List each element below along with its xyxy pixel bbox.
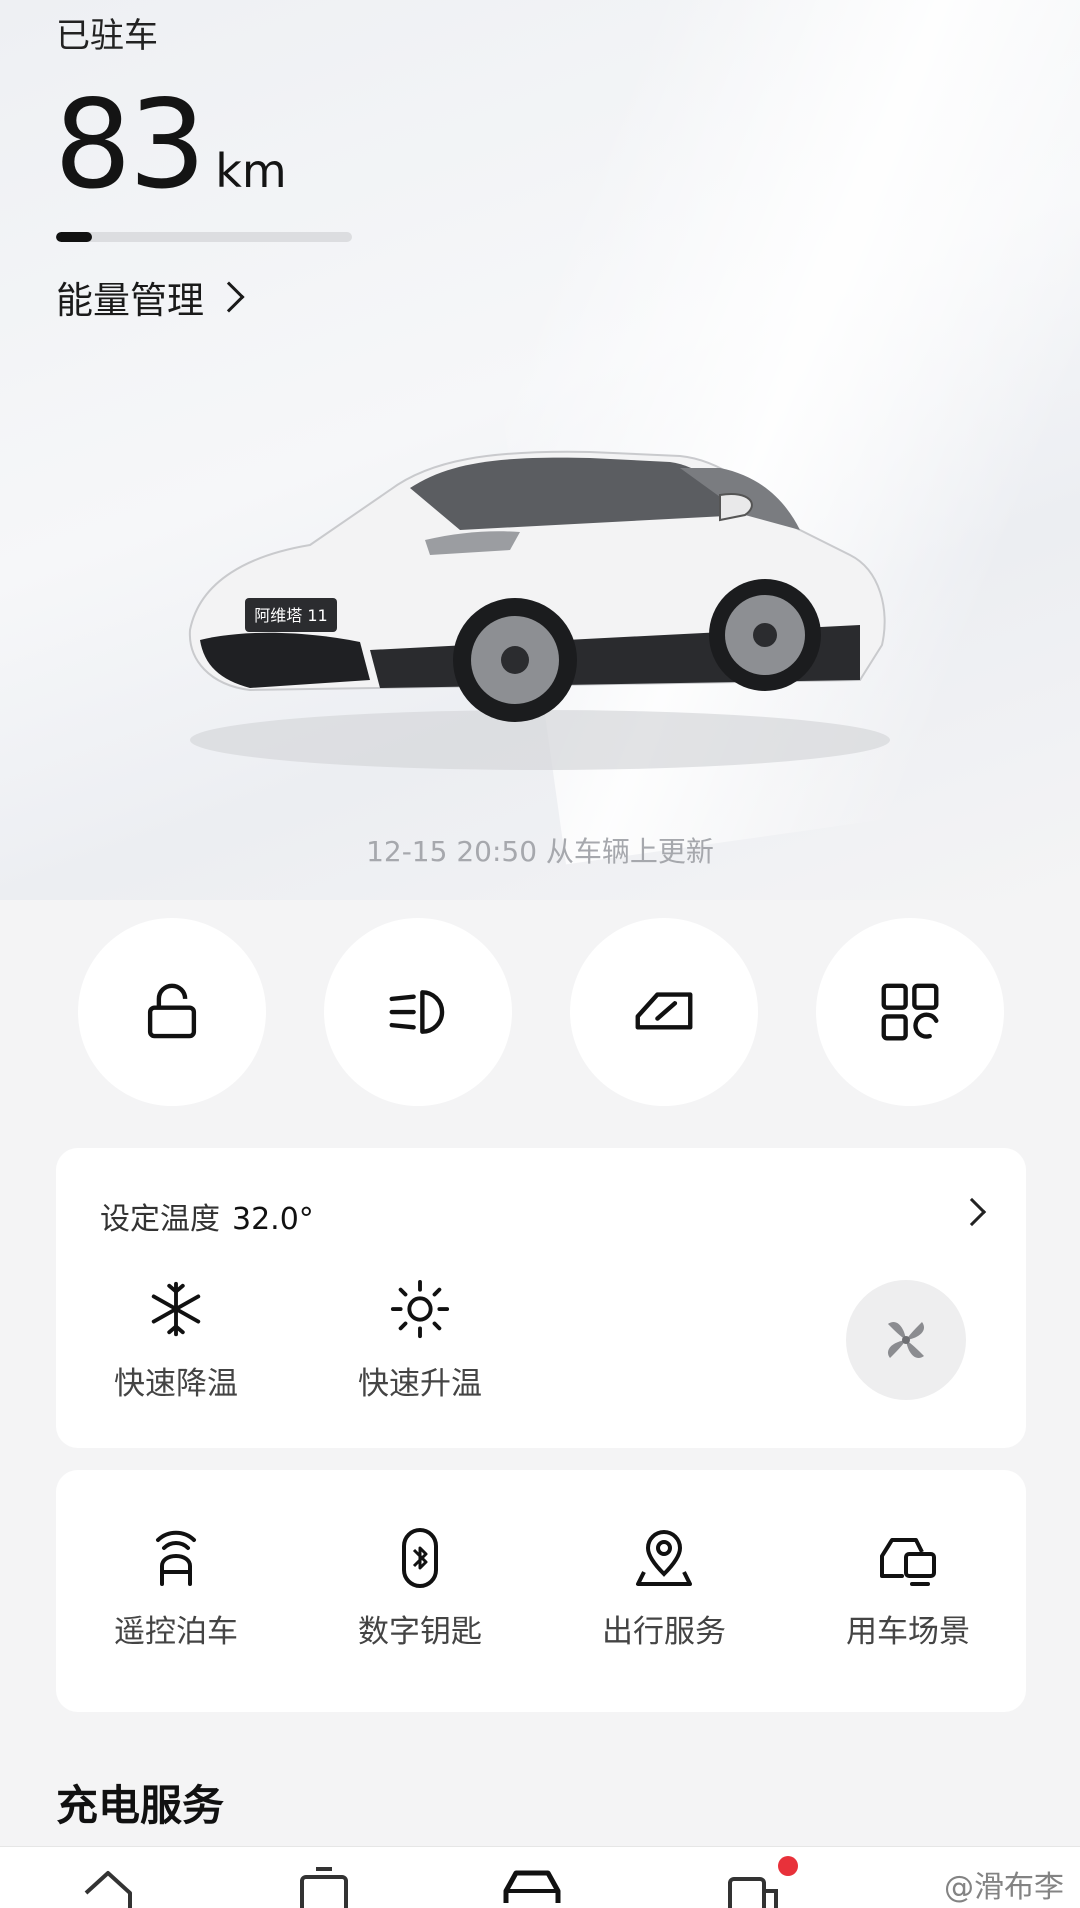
bluetooth-key-icon (402, 1528, 438, 1588)
quick-cool-button[interactable]: 快速降温 (76, 1278, 276, 1403)
home-icon (84, 1871, 132, 1908)
quick-heat-button[interactable]: 快速升温 (320, 1278, 520, 1403)
travel-service-button[interactable]: 出行服务 (564, 1526, 764, 1651)
bag-icon (300, 1867, 348, 1908)
energy-management-label: 能量管理 (56, 279, 204, 322)
lock-button[interactable] (78, 918, 266, 1106)
tab-vehicle[interactable] (502, 1863, 562, 1908)
more-apps-button[interactable] (816, 918, 1004, 1106)
snowflake-icon (151, 1281, 201, 1337)
quick-cool-label: 快速降温 (114, 1366, 238, 1402)
remote-parking-icon (156, 1530, 196, 1586)
chevron-right-icon[interactable] (957, 1197, 987, 1227)
climate-card: 设定温度 32.0° 快速降温 快速升温 (56, 1148, 1026, 1448)
license-plate: 阿维塔 11 (254, 606, 327, 625)
range-unit: km (215, 144, 287, 198)
set-temperature-label: 设定温度 (100, 1202, 220, 1237)
range-value: 83 (54, 74, 206, 216)
digital-key-button[interactable]: 数字钥匙 (320, 1526, 520, 1651)
fan-button[interactable] (846, 1280, 966, 1400)
tab-store[interactable] (294, 1863, 354, 1908)
car-scene-button[interactable]: 用车场景 (808, 1526, 1008, 1651)
digital-key-label: 数字钥匙 (358, 1614, 482, 1650)
car-scene-label: 用车场景 (846, 1614, 970, 1650)
energy-management-link[interactable]: 能量管理 (56, 270, 245, 324)
parking-status: 已驻车 (56, 16, 158, 56)
tab-messages[interactable] (724, 1863, 784, 1908)
services-card: 遥控泊车 数字钥匙 出行服务 用车场景 (56, 1470, 1026, 1712)
remote-parking-button[interactable]: 遥控泊车 (76, 1526, 276, 1651)
headlight-icon (389, 990, 445, 1034)
window-icon (635, 992, 693, 1030)
set-temperature-value: 32.0° (232, 1202, 314, 1237)
range-display: 83 km (54, 84, 287, 206)
fan-icon (887, 1321, 925, 1359)
range-progress-fill (56, 232, 92, 242)
quick-heat-label: 快速升温 (358, 1366, 482, 1402)
car-scene-icon (880, 1538, 936, 1586)
headlight-button[interactable] (324, 918, 512, 1106)
window-button[interactable] (570, 918, 758, 1106)
location-pin-icon (636, 1530, 692, 1586)
sun-icon (390, 1279, 450, 1339)
bottom-tab-bar (0, 1846, 1080, 1908)
car-image: 阿维塔 11 (188, 450, 890, 770)
car-tab-icon (503, 1870, 561, 1903)
message-icon (728, 1877, 778, 1908)
charging-service-title: 充电服务 (56, 1781, 225, 1830)
range-progress-bar (56, 232, 352, 242)
chevron-right-icon (213, 281, 245, 313)
tab-home[interactable] (78, 1863, 138, 1908)
travel-service-label: 出行服务 (602, 1614, 726, 1650)
set-temperature-row[interactable]: 设定温度 32.0° (100, 1194, 314, 1238)
remote-parking-label: 遥控泊车 (114, 1614, 238, 1650)
notification-badge (778, 1856, 798, 1876)
unlock-icon (147, 983, 197, 1039)
update-timestamp: 12-15 20:50 从车辆上更新 (366, 835, 714, 868)
watermark-text: @滑布李 (944, 1870, 1064, 1905)
apps-grid-icon (881, 983, 939, 1041)
